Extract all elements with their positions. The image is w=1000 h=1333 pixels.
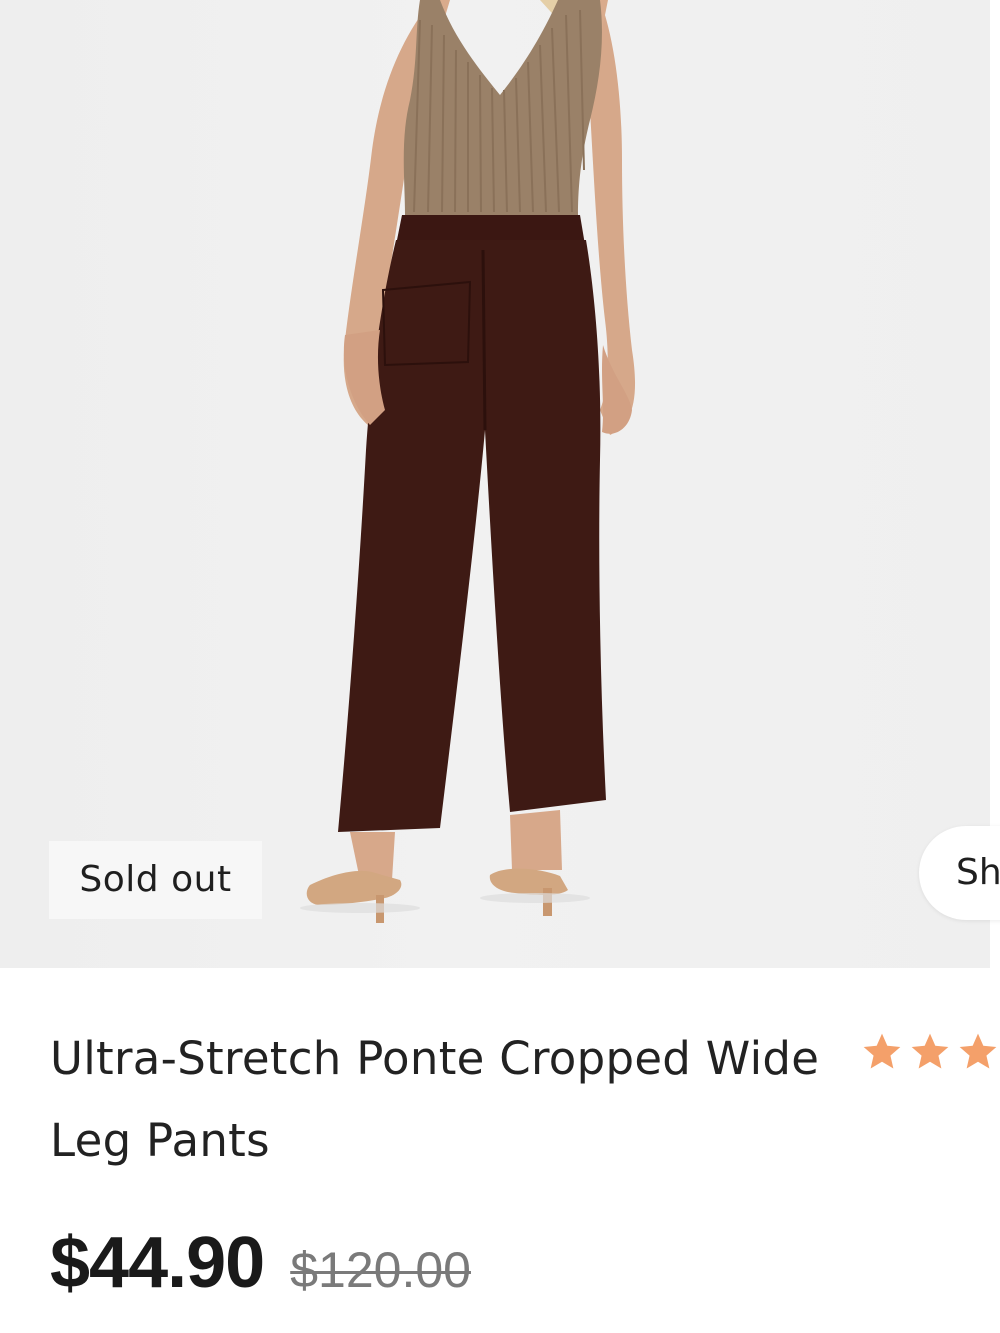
star-icon bbox=[959, 1033, 997, 1069]
sale-price: $44.90 bbox=[50, 1223, 265, 1303]
original-price: $120.00 bbox=[290, 1242, 471, 1298]
product-image[interactable]: Sold out bbox=[0, 0, 990, 968]
product-photo bbox=[300, 0, 636, 923]
star-icon bbox=[863, 1033, 901, 1069]
product-card[interactable]: Sold out Shop Ultra-Stretch Ponte Croppe… bbox=[0, 0, 1000, 1333]
next-image-edge bbox=[990, 0, 1000, 968]
sold-out-badge: Sold out bbox=[49, 841, 262, 919]
rating-stars[interactable] bbox=[860, 1030, 1000, 1074]
price-row: $44.90 $120.00 bbox=[50, 1222, 471, 1304]
product-title[interactable]: Ultra-Stretch Ponte Cropped Wide Leg Pan… bbox=[50, 1018, 840, 1182]
star-icon bbox=[911, 1033, 949, 1069]
